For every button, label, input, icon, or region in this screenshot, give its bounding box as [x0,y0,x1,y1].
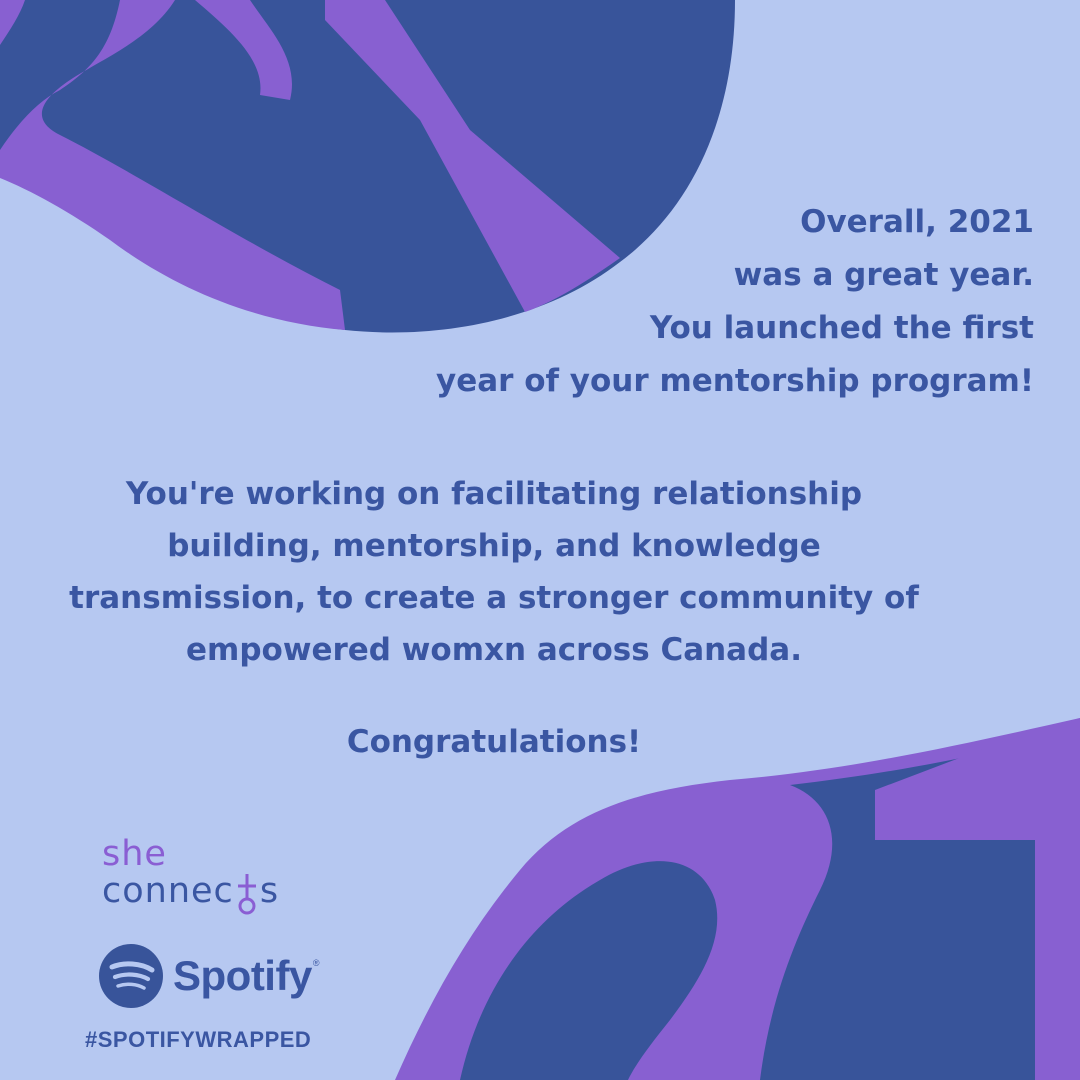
female-symbol-icon [237,874,256,915]
intro-line-1: Overall, 2021 [800,204,1034,240]
body-line-3: transmission, to create a stronger commu… [69,580,919,616]
she-connects-logo: she connec s [102,836,279,916]
body-line-2: building, mentorship, and knowledge [167,528,821,564]
intro-line-2: was a great year. [733,257,1034,293]
logo-connects-suffix: s [259,871,280,911]
spotify-wordmark: Spotify [173,952,312,999]
logo-connects-prefix: connec [102,871,234,911]
registered-mark: ® [312,958,320,968]
spotify-icon [99,944,163,1008]
body-text: You're working on facilitating relations… [20,468,968,676]
congrats-text: Congratulations! [346,724,642,760]
wrapped-card: Overall, 2021 was a great year. You laun… [0,0,1080,1080]
intro-line-4: year of your mentorship program! [435,363,1034,399]
intro-text: Overall, 2021 was a great year. You laun… [274,196,1034,408]
spotify-logo: Spotify ® [99,944,319,1008]
intro-line-3: You launched the first [649,310,1034,346]
hashtag: #SPOTIFYWRAPPED [85,1027,312,1052]
logo-connects: connec s [102,872,279,916]
logo-she: she [102,834,167,874]
body-line-1: You're working on facilitating relations… [125,476,863,512]
body-line-4: empowered womxn across Canada. [186,632,802,668]
